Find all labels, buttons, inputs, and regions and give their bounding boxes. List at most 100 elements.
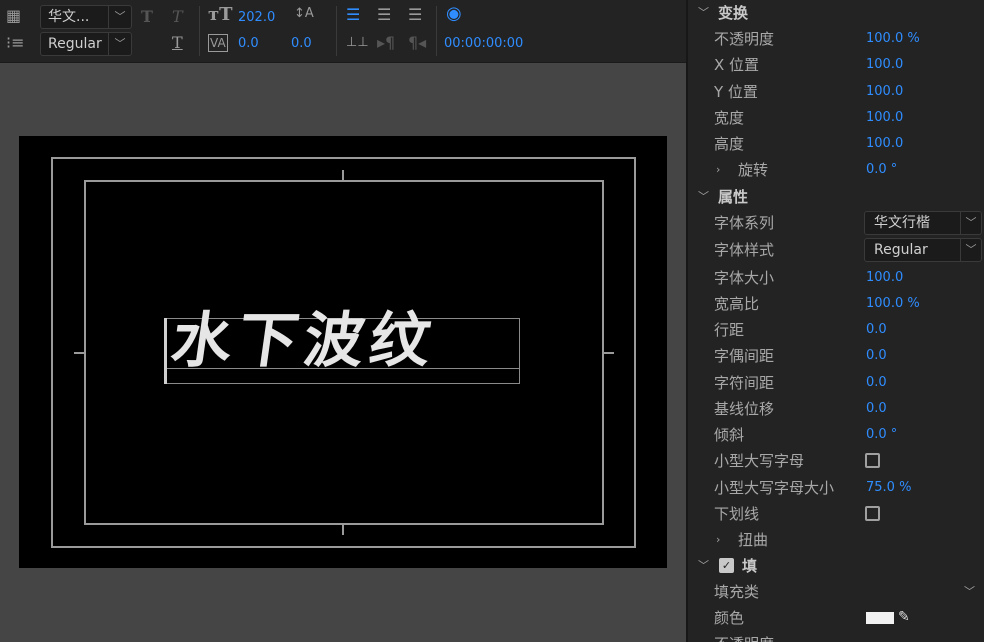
height-label: 高度	[714, 135, 745, 153]
small-caps-size-label: 小型大写字母大小	[714, 479, 835, 497]
font-family-selected: 华文行楷	[874, 215, 930, 231]
baseline-value[interactable]: 0.0	[866, 396, 887, 422]
font-family-row: 字体系列 华文行楷 ﹀	[688, 210, 984, 236]
kerning-icon: VA	[208, 34, 228, 52]
font-size-value[interactable]: 202.0	[238, 10, 275, 25]
small-caps-size-value[interactable]: 75.0 %	[866, 475, 911, 501]
chevron-down-icon[interactable]: ﹀	[964, 579, 975, 605]
faux-bold-icon[interactable]: T	[141, 9, 153, 25]
tracking-row: 字符间距 0.0	[688, 370, 984, 396]
width-value[interactable]: 100.0	[866, 105, 903, 131]
leading-label: 行距	[714, 321, 745, 339]
chevron-right-icon: ›	[716, 163, 721, 176]
y-position-value[interactable]: 100.0	[866, 79, 903, 105]
underline-row: 下划线	[688, 501, 984, 527]
color-swatch[interactable]	[866, 612, 894, 624]
color-row: 颜色 ✎	[688, 605, 984, 631]
underline-icon[interactable]: T	[172, 35, 183, 51]
font-style-dropdown[interactable]: Regular ﹀	[40, 32, 132, 56]
rotation-value[interactable]: 0.0 °	[866, 157, 897, 183]
chevron-down-icon: ﹀	[698, 6, 709, 19]
chevron-down-icon: ﹀	[108, 6, 131, 28]
eyedropper-icon[interactable]: ✎	[898, 607, 910, 627]
opacity-label: 不透明度	[714, 30, 775, 48]
tracking-label: 字符间距	[714, 374, 775, 392]
kerning-row: 字偶间距 0.0	[688, 343, 984, 369]
show-video-icon[interactable]: ◉	[446, 5, 462, 23]
tracking-value[interactable]: 0.0	[866, 370, 887, 396]
rtl-paragraph-icon[interactable]: ¶◂	[408, 35, 426, 51]
slant-row: 倾斜 0.0 °	[688, 422, 984, 448]
properties-panel: ﹀ 变换 不透明度 100.0 % X 位置 100.0 Y 位置 100.0 …	[686, 0, 984, 642]
small-caps-checkbox[interactable]	[865, 453, 880, 468]
leading-row: 行距 0.0	[688, 317, 984, 343]
underline-checkbox[interactable]	[865, 506, 880, 521]
font-family-label: 字体系列	[714, 214, 775, 232]
fill-opacity-label: 不透明度	[714, 631, 774, 642]
font-size-icon: тT	[208, 4, 233, 25]
y-position-row: Y 位置 100.0	[688, 79, 984, 105]
fill-type-label: 填充类	[714, 583, 760, 601]
slant-value[interactable]: 0.0 °	[866, 422, 897, 448]
opacity-row: 不透明度 100.0 %	[688, 26, 984, 52]
center-mark-bottom	[342, 525, 344, 535]
rotation-label: 旋转	[738, 161, 769, 179]
align-center-icon[interactable]: ☰	[377, 7, 391, 23]
tab-stops-icon[interactable]: ⊥⊥	[346, 35, 369, 51]
section-title: 属性	[718, 188, 749, 206]
fill-checkbox[interactable]: ✓	[719, 558, 734, 573]
list-indent-icon[interactable]: ⁝≡	[6, 35, 25, 51]
properties-section-header[interactable]: ﹀ 属性	[688, 184, 984, 210]
divider	[199, 6, 200, 56]
x-position-row: X 位置 100.0	[688, 52, 984, 78]
font-size-value[interactable]: 100.0	[866, 265, 903, 291]
ltr-paragraph-icon[interactable]: ▸¶	[377, 35, 395, 51]
font-family-select[interactable]: 华文行楷 ﹀	[864, 211, 982, 235]
font-style-select[interactable]: Regular ﹀	[864, 238, 982, 262]
font-family-value: 华文...	[48, 9, 90, 25]
small-caps-size-row: 小型大写字母大小 75.0 %	[688, 475, 984, 501]
font-style-row: 字体样式 Regular ﹀	[688, 237, 984, 263]
align-left-icon[interactable]: ☰	[346, 7, 360, 23]
font-style-value: Regular	[48, 36, 102, 52]
color-label: 颜色	[714, 609, 745, 627]
font-size-label: 字体大小	[714, 269, 775, 287]
chevron-right-icon: ›	[716, 533, 721, 546]
transform-section-header[interactable]: ﹀ 变换	[688, 0, 984, 26]
align-right-icon[interactable]: ☰	[408, 7, 422, 23]
chevron-down-icon: ﹀	[960, 239, 981, 261]
kerning-value[interactable]: 0.0	[238, 36, 259, 51]
section-title: 填	[742, 557, 758, 575]
faux-italic-icon[interactable]: T	[172, 9, 183, 25]
film-strip-icon[interactable]: ▦	[6, 8, 21, 24]
width-row: 宽度 100.0	[688, 105, 984, 131]
font-family-dropdown[interactable]: 华文... ﹀	[40, 5, 132, 29]
distort-row[interactable]: › 扭曲	[688, 527, 984, 553]
aspect-label: 宽高比	[714, 295, 760, 313]
divider	[336, 6, 337, 56]
timecode[interactable]: 00:00:00:00	[444, 36, 523, 51]
fill-section-header[interactable]: ﹀ ✓ 填	[688, 553, 984, 579]
rotation-row[interactable]: › 旋转 0.0 °	[688, 157, 984, 183]
opacity-value[interactable]: 100.0 %	[866, 26, 920, 52]
chevron-down-icon: ﹀	[960, 212, 981, 234]
font-style-label: 字体样式	[714, 241, 775, 259]
aspect-value[interactable]: 100.0 %	[866, 291, 920, 317]
chevron-down-icon: ﹀	[698, 190, 709, 203]
height-row: 高度 100.0	[688, 131, 984, 157]
x-position-label: X 位置	[714, 56, 760, 74]
leading-value[interactable]: 0.0	[866, 317, 887, 343]
x-position-value[interactable]: 100.0	[866, 52, 903, 78]
chevron-down-icon: ﹀	[698, 559, 709, 572]
distort-label: 扭曲	[738, 531, 769, 549]
center-mark-right	[604, 352, 614, 354]
aspect-row: 宽高比 100.0 %	[688, 291, 984, 317]
kerning-value[interactable]: 0.0	[866, 343, 887, 369]
baseline-label: 基线位移	[714, 400, 775, 418]
title-text[interactable]: 水下波纹	[166, 298, 528, 384]
height-value[interactable]: 100.0	[866, 131, 903, 157]
y-position-label: Y 位置	[714, 83, 758, 101]
fill-opacity-row: 不透明度	[688, 631, 984, 642]
tracking-value[interactable]: 0.0	[291, 36, 312, 51]
baseline-row: 基线位移 0.0	[688, 396, 984, 422]
